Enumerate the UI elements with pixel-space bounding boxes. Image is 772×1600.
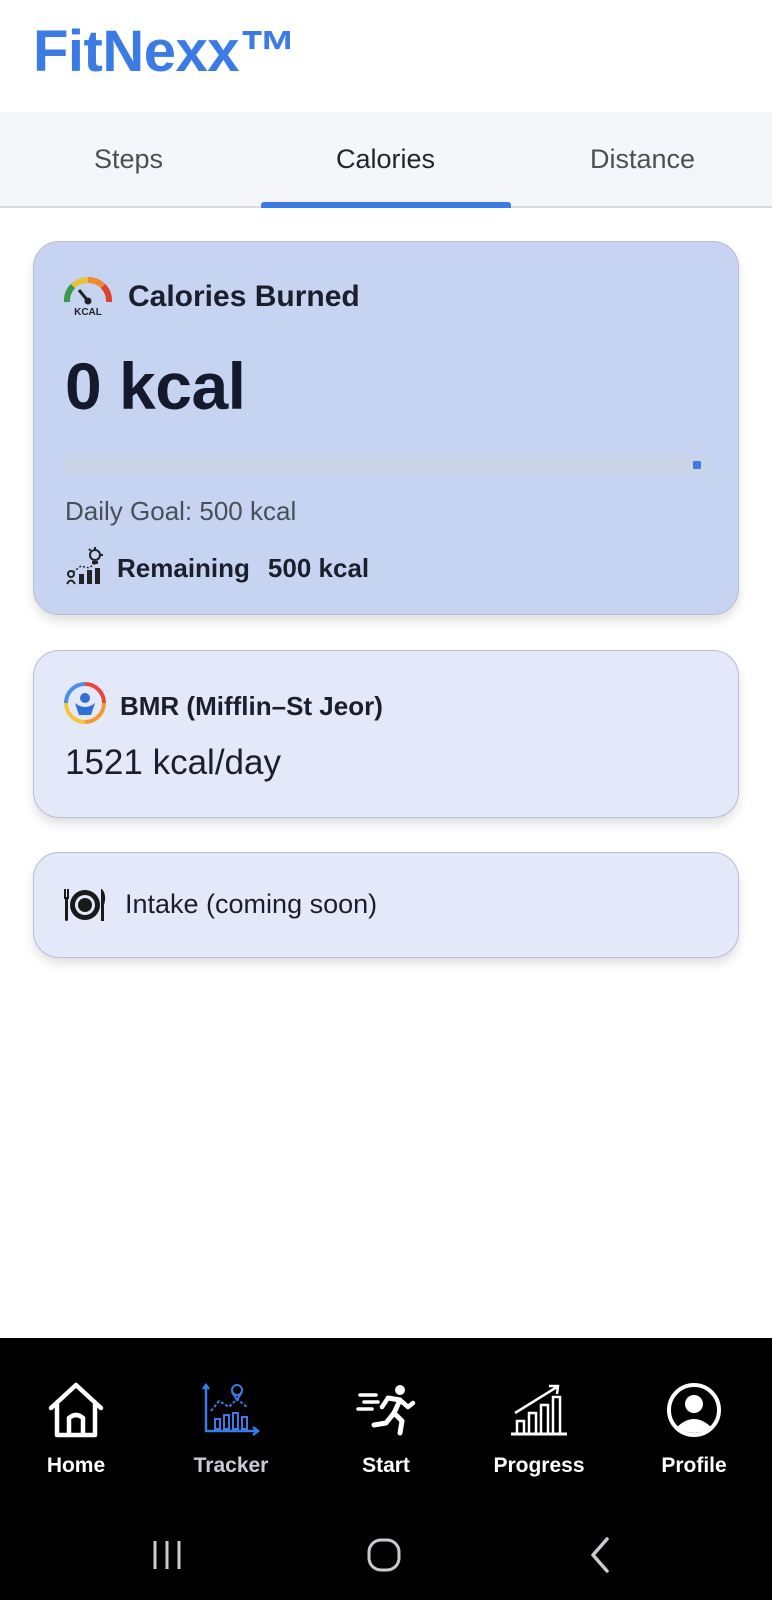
tracker-chart-icon (199, 1378, 263, 1442)
tab-steps[interactable]: Steps (0, 112, 257, 206)
profile-icon (662, 1378, 726, 1442)
nav-progress-label: Progress (493, 1454, 585, 1477)
app-header: FitNexx™ (0, 0, 772, 112)
tab-distance[interactable]: Distance (514, 112, 771, 206)
plate-utensils-icon (63, 885, 107, 930)
calories-burned-value: 0 kcal (65, 349, 246, 423)
nav-progress[interactable]: Progress (469, 1378, 609, 1488)
nav-home[interactable]: Home (6, 1378, 146, 1488)
tab-bar: Steps Calories Distance (0, 112, 772, 208)
back-icon[interactable] (571, 1530, 631, 1580)
daily-goal-text: Daily Goal: 500 kcal (65, 496, 297, 526)
nav-tracker-label: Tracker (193, 1454, 269, 1477)
nav-profile[interactable]: Profile (624, 1378, 764, 1488)
nav-tracker[interactable]: Tracker (161, 1378, 301, 1488)
remaining-row: Remaining 500 kcal (65, 546, 369, 590)
calories-burned-title: Calories Burned (128, 280, 360, 313)
progress-end-marker (693, 461, 701, 469)
intake-card: Intake (coming soon) (33, 852, 739, 958)
nav-start-label: Start (362, 1454, 410, 1477)
bmr-title: BMR (Mifflin–St Jeor) (120, 691, 383, 721)
home-circle-icon[interactable] (354, 1530, 414, 1580)
active-tab-indicator (261, 202, 511, 208)
bmr-value: 1521 kcal/day (65, 743, 281, 782)
remaining-value: 500 kcal (267, 552, 370, 583)
remaining-label: Remaining (117, 552, 250, 583)
nav-profile-label: Profile (661, 1454, 727, 1477)
app-title: FitNexx™ (33, 19, 297, 84)
tab-calories[interactable]: Calories (257, 112, 514, 206)
nav-start[interactable]: Start (316, 1378, 456, 1488)
remaining-chart-icon (65, 546, 105, 591)
bar-chart-icon (507, 1378, 571, 1442)
calories-progress-bar (65, 456, 707, 474)
bmr-person-icon (63, 681, 107, 730)
kcal-gauge-icon: KCAL (63, 274, 113, 323)
running-person-icon (354, 1378, 418, 1442)
bmr-card: BMR (Mifflin–St Jeor) 1521 kcal/day (33, 650, 739, 818)
nav-home-label: Home (46, 1454, 106, 1477)
svg-text:KCAL: KCAL (74, 307, 102, 318)
home-icon (44, 1378, 108, 1442)
intake-text: Intake (coming soon) (125, 889, 378, 919)
recent-apps-icon[interactable] (137, 1530, 197, 1580)
calories-burned-card: KCAL Calories Burned 0 kcal Daily Goal: … (33, 241, 739, 615)
